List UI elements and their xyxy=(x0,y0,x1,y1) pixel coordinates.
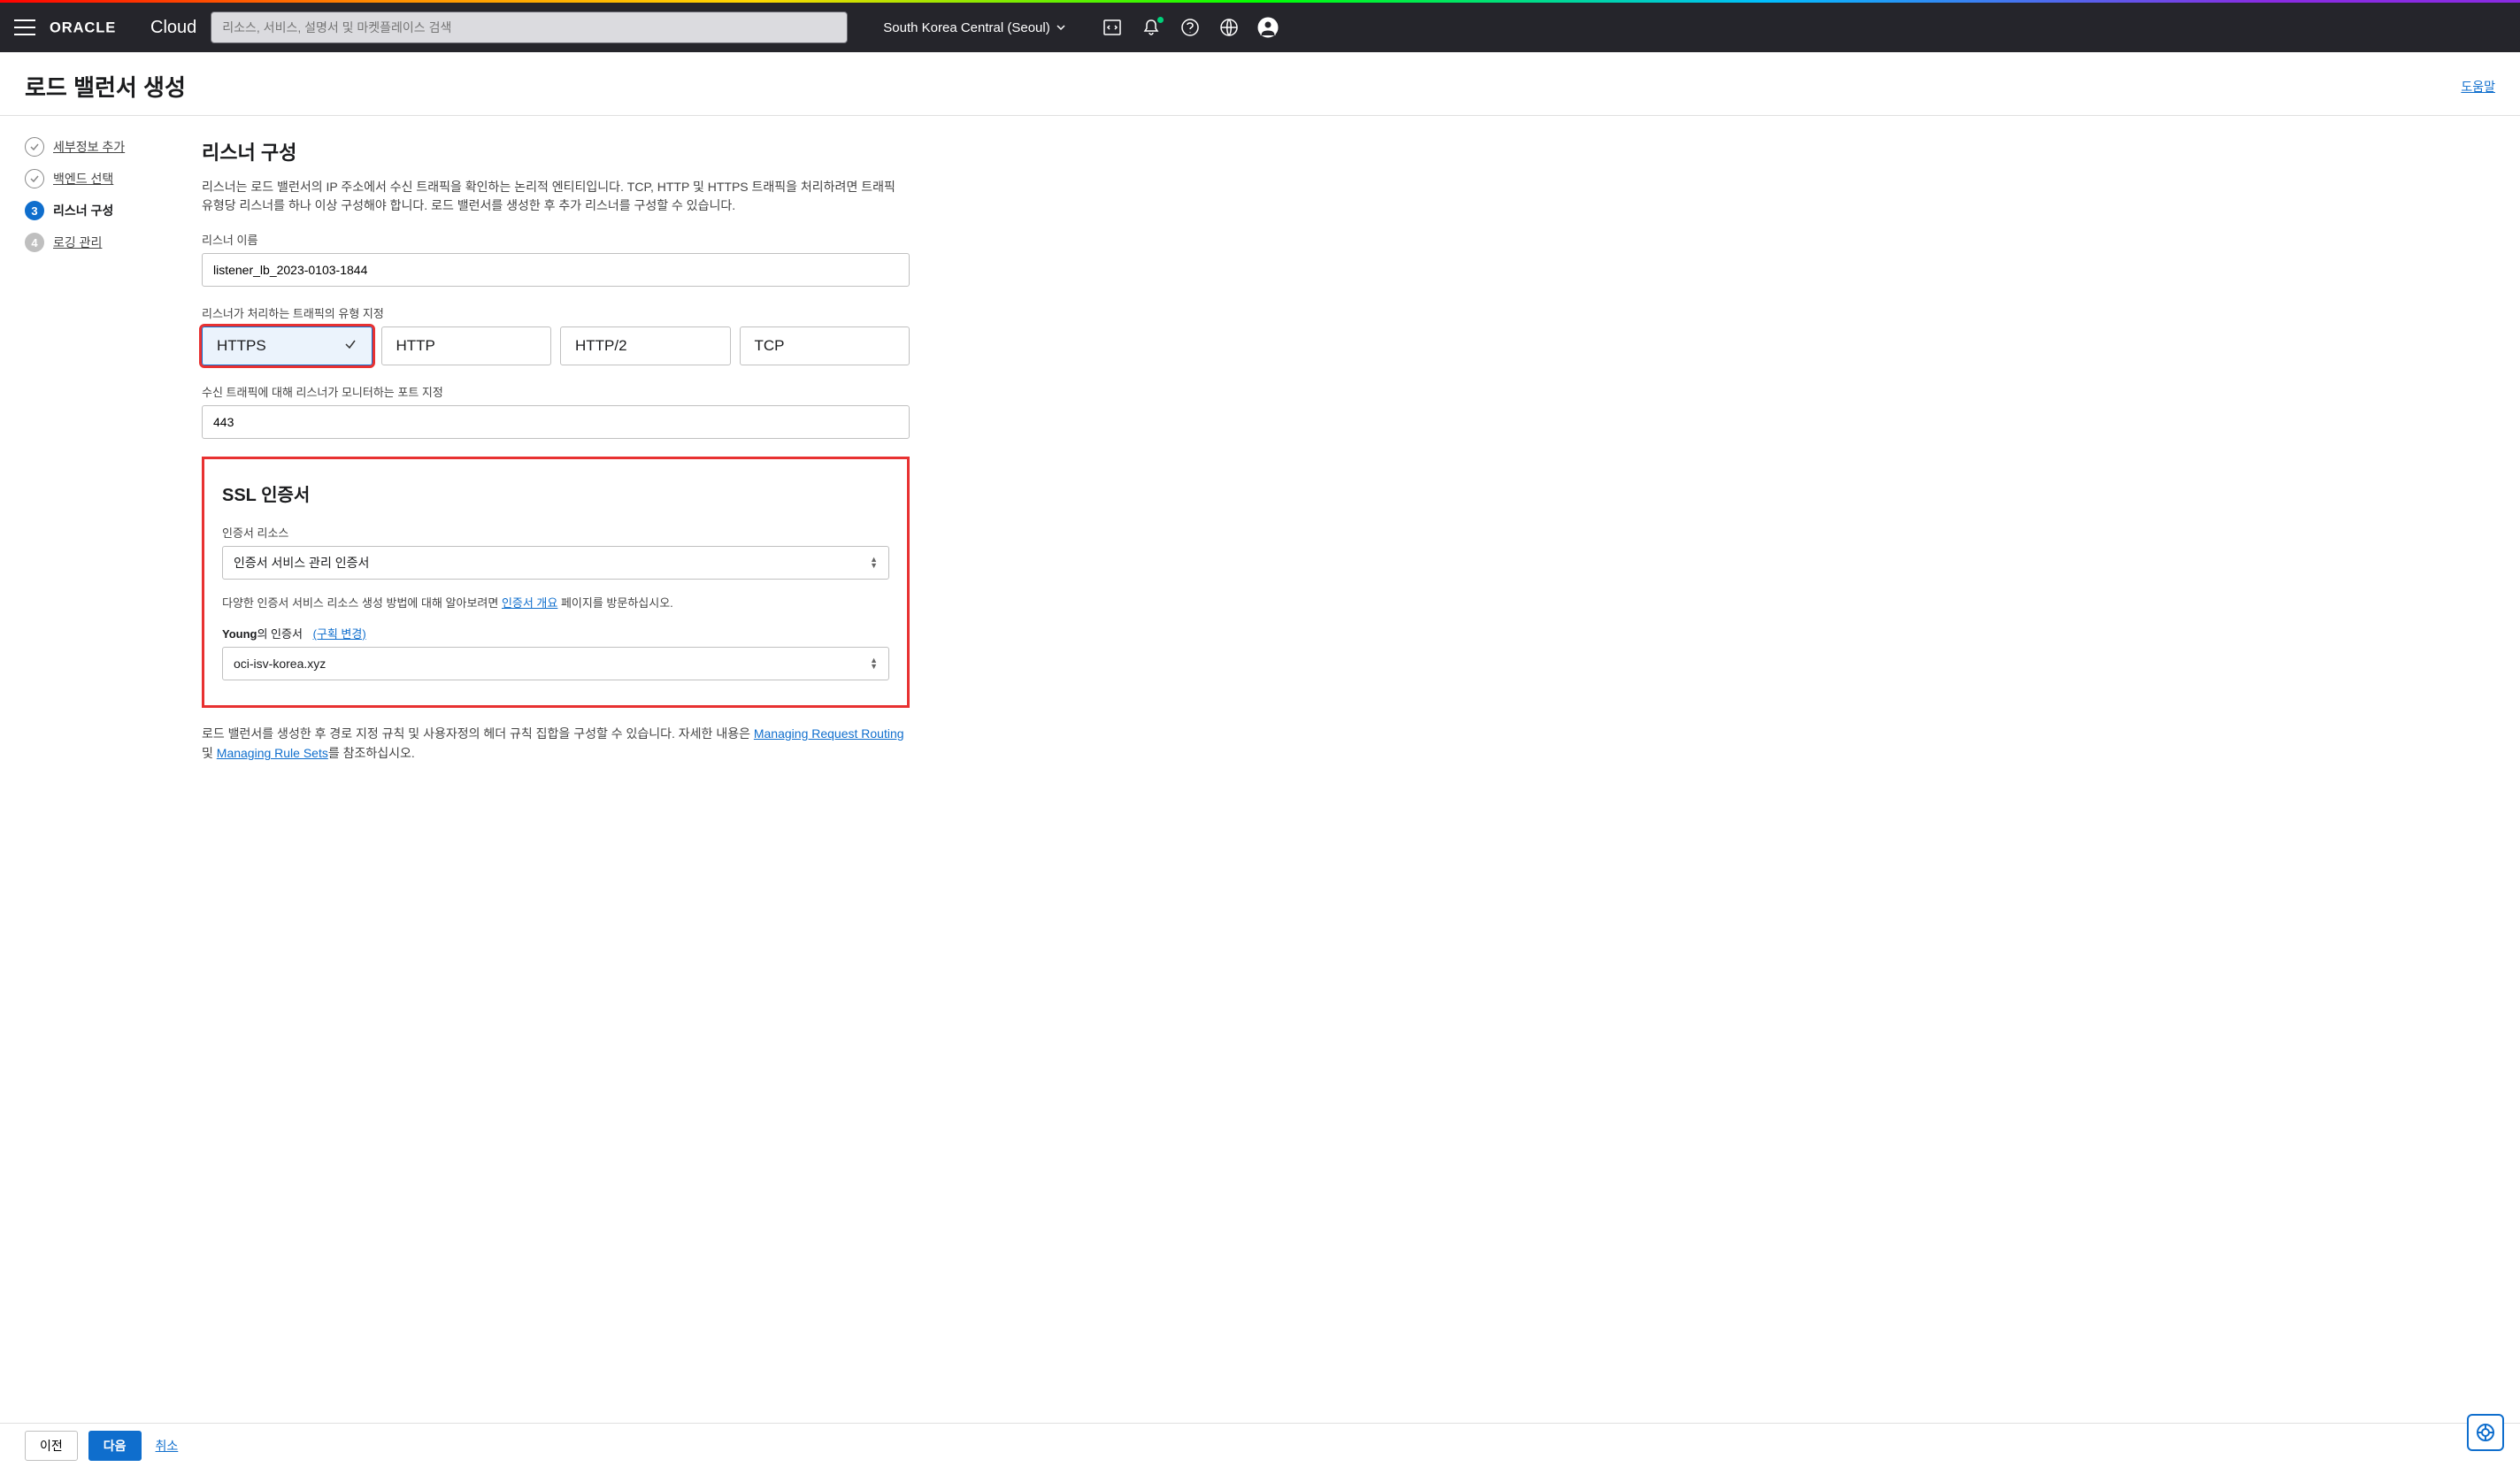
wizard-step-4[interactable]: 4 로깅 관리 xyxy=(25,233,166,252)
user-icon[interactable] xyxy=(1257,17,1279,38)
change-compartment-link[interactable]: (구획 변경) xyxy=(313,627,366,641)
young-cert-label: Young의 인증서 (구획 변경) xyxy=(222,625,889,641)
footer-text: 로드 밸런서를 생성한 후 경로 지정 규칙 및 사용자정의 헤더 규칙 집합을… xyxy=(202,724,910,764)
traffic-types: HTTPS HTTP HTTP/2 TCP xyxy=(202,326,910,365)
routing-link[interactable]: Managing Request Routing xyxy=(754,726,904,741)
cert-resource-value: 인증서 서비스 관리 인증서 xyxy=(234,554,369,572)
wizard-step-1-label[interactable]: 세부정보 추가 xyxy=(53,138,125,156)
wizard-step-2[interactable]: 백엔드 선택 xyxy=(25,169,166,188)
listener-name-label: 리스너 이름 xyxy=(202,231,910,248)
logo[interactable]: ORACLE Cloud xyxy=(50,18,196,38)
chevron-down-icon xyxy=(1056,22,1066,33)
nav-icons xyxy=(1102,17,1279,38)
page-title: 로드 밸런서 생성 xyxy=(25,70,186,103)
float-help-button[interactable] xyxy=(2467,1414,2504,1451)
cert-resource-select[interactable]: 인증서 서비스 관리 인증서 ▲▼ xyxy=(222,546,889,580)
spinner-icon: ▲▼ xyxy=(870,557,878,569)
svg-text:ORACLE: ORACLE xyxy=(50,20,116,36)
wizard-step-1[interactable]: 세부정보 추가 xyxy=(25,137,166,157)
region-label: South Korea Central (Seoul) xyxy=(883,20,1049,35)
ssl-title: SSL 인증서 xyxy=(222,480,889,506)
content: 세부정보 추가 백엔드 선택 3 리스너 구성 4 로깅 관리 리스너 구성 리… xyxy=(0,116,2520,834)
traffic-tcp-label: TCP xyxy=(755,337,785,355)
wizard-step-2-label[interactable]: 백엔드 선택 xyxy=(53,170,113,188)
wizard-step-3: 3 리스너 구성 xyxy=(25,201,166,220)
port-label: 수신 트래픽에 대해 리스너가 모니터하는 포트 지정 xyxy=(202,383,910,400)
search-box xyxy=(211,12,848,43)
spinner-icon: ▲▼ xyxy=(870,657,878,670)
prev-button[interactable]: 이전 xyxy=(25,1431,78,1461)
wizard-step-4-label[interactable]: 로깅 관리 xyxy=(53,234,102,251)
logo-cloud-text: Cloud xyxy=(150,18,196,38)
bottom-bar: 이전 다음 취소 xyxy=(0,1423,2520,1467)
traffic-http2[interactable]: HTTP/2 xyxy=(560,326,731,365)
check-icon xyxy=(343,337,357,356)
traffic-https[interactable]: HTTPS xyxy=(202,326,373,365)
main-panel: 리스너 구성 리스너는 로드 밸런서의 IP 주소에서 수신 트래픽을 확인하는… xyxy=(202,137,910,764)
dev-tools-icon[interactable] xyxy=(1102,17,1123,38)
cert-value: oci-isv-korea.xyz xyxy=(234,657,326,671)
step-number: 4 xyxy=(25,233,44,252)
listener-name-input[interactable] xyxy=(202,253,910,287)
traffic-https-label: HTTPS xyxy=(217,337,266,355)
traffic-tcp[interactable]: TCP xyxy=(740,326,910,365)
check-icon xyxy=(25,137,44,157)
section-desc: 리스너는 로드 밸런서의 IP 주소에서 수신 트래픽을 확인하는 논리적 엔티… xyxy=(202,178,910,215)
help-link[interactable]: 도움말 xyxy=(2461,78,2495,96)
cancel-link[interactable]: 취소 xyxy=(156,1437,179,1455)
cert-info: 다양한 인증서 서비스 리소스 생성 방법에 대해 알아보려면 인증서 개요 페… xyxy=(222,594,889,611)
port-input[interactable] xyxy=(202,405,910,439)
wizard-step-3-label: 리스너 구성 xyxy=(53,202,113,219)
cert-resource-label: 인증서 리소스 xyxy=(222,524,889,541)
region-selector[interactable]: South Korea Central (Seoul) xyxy=(883,20,1065,35)
cert-overview-link[interactable]: 인증서 개요 xyxy=(502,596,557,610)
step-number: 3 xyxy=(25,201,44,220)
help-icon[interactable] xyxy=(1179,17,1201,38)
next-button[interactable]: 다음 xyxy=(88,1431,142,1461)
check-icon xyxy=(25,169,44,188)
section-title: 리스너 구성 xyxy=(202,137,910,165)
globe-icon[interactable] xyxy=(1218,17,1240,38)
rulesets-link[interactable]: Managing Rule Sets xyxy=(217,746,328,760)
traffic-http[interactable]: HTTP xyxy=(381,326,552,365)
top-nav: ORACLE Cloud South Korea Central (Seoul) xyxy=(0,3,2520,52)
search-input[interactable] xyxy=(211,12,848,43)
traffic-type-label: 리스너가 처리하는 트래픽의 유형 지정 xyxy=(202,304,910,321)
cert-select[interactable]: oci-isv-korea.xyz ▲▼ xyxy=(222,647,889,680)
traffic-http-label: HTTP xyxy=(396,337,435,355)
notification-icon[interactable] xyxy=(1141,17,1162,38)
ssl-certificate-box: SSL 인증서 인증서 리소스 인증서 서비스 관리 인증서 ▲▼ 다양한 인증… xyxy=(202,457,910,708)
hamburger-icon[interactable] xyxy=(14,19,35,35)
page-header: 로드 밸런서 생성 도움말 xyxy=(0,52,2520,116)
wizard: 세부정보 추가 백엔드 선택 3 리스너 구성 4 로깅 관리 xyxy=(25,137,166,764)
traffic-http2-label: HTTP/2 xyxy=(575,337,627,355)
